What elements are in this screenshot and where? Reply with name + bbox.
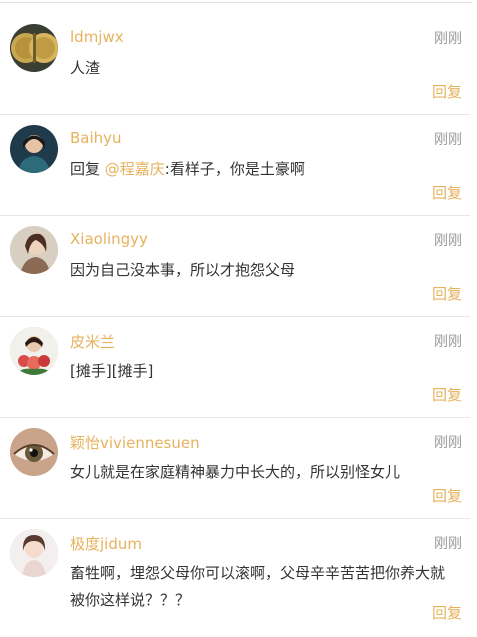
comment-item: 皮米兰 刚刚 [摊手][摊手] 回复 (0, 317, 470, 418)
woman-avatar-icon[interactable] (10, 529, 58, 577)
username[interactable]: 颖怡viviennesuen (70, 432, 200, 453)
comment-text: [摊手][摊手] (70, 362, 154, 380)
timestamp: 刚刚 (434, 31, 462, 47)
coins-avatar-icon[interactable] (10, 24, 58, 72)
reply-button[interactable]: 回复 (432, 283, 462, 304)
timestamp: 刚刚 (434, 435, 462, 451)
reply-button[interactable]: 回复 (432, 485, 462, 506)
flowers-avatar-icon[interactable] (10, 327, 58, 375)
reply-prefix: 回复 (70, 160, 105, 178)
comment-item: 极度jidum 刚刚 畜牲啊，埋怨父母你可以滚啊，父母辛辛苦苦把你养大就被你这样… (0, 519, 470, 635)
comment-item: ldmjwx 刚刚 人渣 回复 (0, 14, 470, 115)
timestamp: 刚刚 (434, 536, 462, 552)
username[interactable]: ldmjwx (70, 28, 124, 46)
comment-text: 人渣 (70, 59, 101, 77)
reply-button[interactable]: 回复 (432, 602, 462, 623)
timestamp: 刚刚 (434, 334, 462, 350)
comment-list: ldmjwx 刚刚 人渣 回复 Baihyu 刚刚 回复 @程嘉庆:看样子，你是… (0, 14, 470, 635)
comment-item: Baihyu 刚刚 回复 @程嘉庆:看样子，你是土豪啊 回复 (0, 115, 470, 216)
username[interactable]: Xiaolingyy (70, 230, 148, 248)
comment-text: 女儿就是在家庭精神暴力中长大的，所以别怪女儿 (70, 463, 401, 481)
reply-body: :看样子，你是土豪啊 (164, 160, 305, 178)
reply-button[interactable]: 回复 (432, 81, 462, 102)
eye-avatar-icon[interactable] (10, 428, 58, 476)
mention-link[interactable]: @程嘉庆 (105, 160, 165, 178)
comment-text: 畜牲啊，埋怨父母你可以滚啊，父母辛辛苦苦把你养大就被你这样说？？？ (70, 564, 446, 609)
comment-text: 回复 @程嘉庆:看样子，你是土豪啊 (70, 156, 455, 183)
username[interactable]: 极度jidum (70, 533, 142, 554)
timestamp: 刚刚 (434, 233, 462, 249)
comment-item: 颖怡viviennesuen 刚刚 女儿就是在家庭精神暴力中长大的，所以别怪女儿… (0, 418, 470, 519)
person-avatar-icon[interactable] (10, 125, 58, 173)
comment-text: 因为自己没本事，所以才抱怨父母 (70, 261, 296, 279)
comment-item: Xiaolingyy 刚刚 因为自己没本事，所以才抱怨父母 回复 (0, 216, 470, 317)
girl-avatar-icon[interactable] (10, 226, 58, 274)
top-divider (0, 2, 472, 3)
reply-button[interactable]: 回复 (432, 384, 462, 405)
username[interactable]: 皮米兰 (70, 331, 115, 352)
reply-button[interactable]: 回复 (432, 182, 462, 203)
timestamp: 刚刚 (434, 132, 462, 148)
username[interactable]: Baihyu (70, 129, 122, 147)
